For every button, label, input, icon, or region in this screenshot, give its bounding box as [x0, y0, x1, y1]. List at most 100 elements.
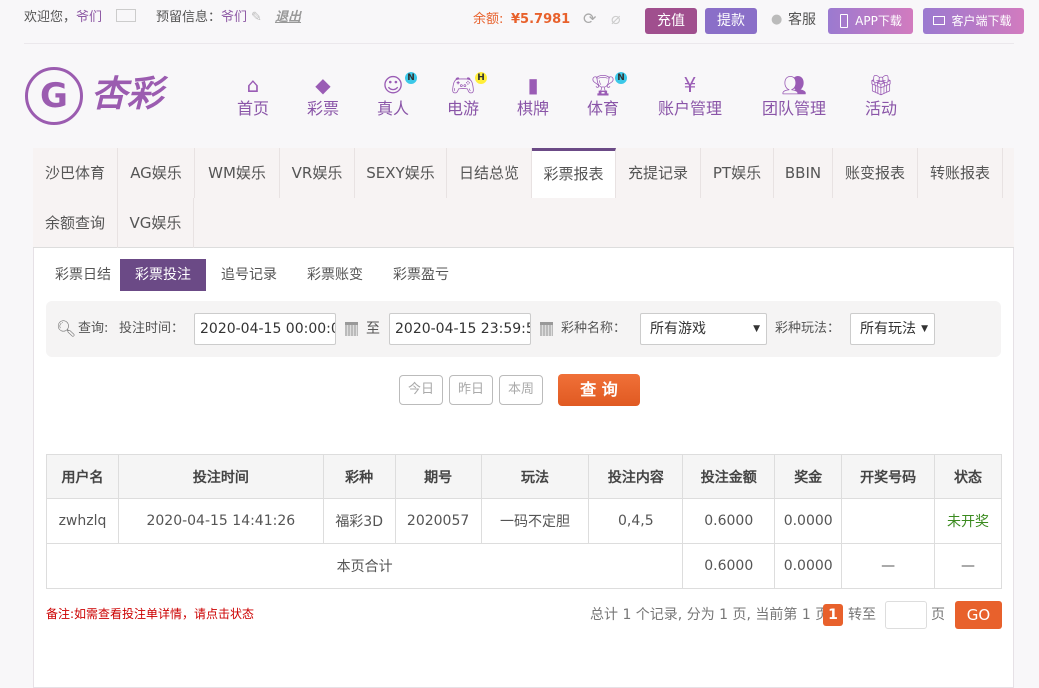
- app-download-button[interactable]: APP下载: [828, 8, 913, 34]
- table-cell: 2020057: [394, 498, 482, 544]
- report-tabs: 沙巴体育 AG娱乐 WM娱乐 VR娱乐 SEXY娱乐 日结总览 彩票报表 充提记录 PT娱乐 BB…: [33, 148, 1014, 248]
- table-cell: 一码不定胆: [480, 498, 590, 544]
- status-link[interactable]: 未开奖: [934, 498, 1002, 544]
- table-cell: 福彩3D: [322, 498, 396, 544]
- start-time-input[interactable]: 2020-04-15 00:00:00: [194, 313, 336, 345]
- subtab[interactable]: 彩票日结: [46, 259, 120, 291]
- logout-link[interactable]: 退出: [275, 9, 301, 27]
- reserved-value: 爷们: [221, 10, 248, 25]
- recharge-button[interactable]: 充值: [645, 8, 697, 34]
- this-week-button[interactable]: 本周: [499, 375, 543, 405]
- total-numbers: —: [841, 543, 936, 589]
- tab[interactable]: 账变报表: [833, 148, 918, 198]
- tab[interactable]: 余额查询: [33, 198, 118, 248]
- tab[interactable]: VG娱乐: [118, 198, 194, 248]
- tab[interactable]: 沙巴体育: [33, 148, 118, 198]
- tab[interactable]: PT娱乐: [701, 148, 774, 198]
- nav-label: 账户管理: [657, 99, 722, 118]
- pager-summary: 总计 1 个记录, 分为 1 页, 当前第 1 页: [590, 607, 830, 623]
- column-header: 投注内容: [588, 454, 684, 499]
- welcome-label: 欢迎您，: [24, 10, 77, 25]
- to-label: 至: [366, 321, 380, 337]
- tab[interactable]: 彩票报表: [532, 148, 616, 198]
- team-icon: 👥︎: [781, 73, 807, 97]
- calendar-icon[interactable]: [540, 322, 553, 336]
- chevron-down-icon: ▼: [753, 324, 760, 334]
- tab[interactable]: WM娱乐: [195, 148, 280, 198]
- table-cell: 0.0000: [774, 498, 843, 544]
- search-button[interactable]: 查 询: [558, 374, 640, 406]
- service-icon: ●: [771, 12, 783, 27]
- column-header: 期号: [394, 454, 482, 499]
- column-header: 奖金: [774, 454, 843, 499]
- bets-table: 用户名 投注时间 彩种 期号 玩法 投注内容 投注金额 奖金 开奖号码 状态 zwhzlq 2020…: [45, 454, 1002, 589]
- search-icon: 🔍︎: [56, 319, 77, 338]
- game-select-value: 所有游戏: [650, 321, 706, 337]
- balance-label: 余额:: [473, 12, 504, 27]
- page-input[interactable]: [885, 601, 927, 629]
- table-cell: [841, 498, 936, 544]
- column-header: 投注时间: [117, 454, 324, 499]
- time-label: 投注时间：: [119, 321, 185, 336]
- go-button[interactable]: GO: [955, 601, 1002, 629]
- logo-text: 杏彩: [91, 74, 164, 115]
- monitor-icon: [933, 16, 945, 25]
- subtab[interactable]: 彩票盈亏: [378, 259, 464, 291]
- refresh-icon[interactable]: ⟳: [583, 10, 596, 28]
- subtab[interactable]: 彩票账变: [292, 259, 378, 291]
- client-download-button[interactable]: 客户端下载: [923, 8, 1024, 34]
- column-header: 玩法: [480, 454, 590, 499]
- service-link[interactable]: 客服: [788, 11, 816, 29]
- withdraw-button[interactable]: 提款: [705, 8, 757, 34]
- mail-icon[interactable]: [116, 9, 136, 22]
- yesterday-button[interactable]: 昨日: [449, 375, 493, 405]
- total-label: 本页合计: [45, 543, 684, 589]
- page-current[interactable]: 1: [823, 604, 843, 626]
- balance-value: ¥5.7981: [511, 12, 571, 27]
- edit-icon[interactable]: ✎: [251, 9, 262, 27]
- tab[interactable]: BBIN: [774, 148, 833, 198]
- nav-item[interactable]: 🏆︎ N 体育: [558, 72, 648, 120]
- total-status: —: [934, 543, 1002, 589]
- tab[interactable]: 充提记录: [616, 148, 701, 198]
- query-label: 查询:: [78, 321, 109, 336]
- calendar-icon[interactable]: [345, 322, 358, 336]
- nav-badge: H: [475, 72, 487, 84]
- subtab[interactable]: 追号记录: [206, 259, 292, 291]
- client-download-label: 客户端下载: [951, 14, 1012, 28]
- nav-badge: N: [405, 72, 417, 84]
- nav-badge: N: [615, 72, 627, 84]
- game-select[interactable]: 所有游戏 ▼: [640, 313, 767, 345]
- tab[interactable]: 日结总览: [447, 148, 532, 198]
- table-cell: 0.6000: [682, 498, 776, 544]
- column-header: 投注金额: [682, 454, 776, 499]
- yuan-coin-icon: ¥: [683, 73, 697, 97]
- today-button[interactable]: 今日: [399, 375, 443, 405]
- play-select-value: 所有玩法: [860, 321, 916, 337]
- tab[interactable]: AG娱乐: [118, 148, 195, 198]
- play-select[interactable]: 所有玩法 ▼: [850, 313, 935, 345]
- table-cell: zwhzlq: [46, 498, 119, 544]
- subtab[interactable]: 彩票投注: [120, 259, 206, 291]
- nav-item[interactable]: 🎁︎ 活动: [836, 72, 926, 120]
- hide-balance-icon[interactable]: ⌀: [611, 10, 621, 28]
- column-header: 用户名: [46, 454, 119, 499]
- nav-item[interactable]: ¥ 账户管理: [645, 72, 735, 120]
- total-bonus: 0.0000: [774, 543, 843, 589]
- tab[interactable]: 转账报表: [918, 148, 1003, 198]
- tab[interactable]: VR娱乐: [280, 148, 355, 198]
- nav-item[interactable]: 👥︎ 团队管理: [749, 72, 839, 120]
- tab[interactable]: SEXY娱乐: [355, 148, 447, 198]
- end-time-input[interactable]: 2020-04-15 23:59:59: [389, 313, 531, 345]
- table-row: zwhzlq 2020-04-15 14:41:26 福彩3D 2020057 一码不定…: [46, 498, 1002, 544]
- nav-label: 团队管理: [761, 99, 826, 118]
- top-bar: 欢迎您， 爷们 预留信息： 爷们 ✎ 退出 余额: ¥5.7981 ⟳ ⌀ 充值…: [0, 0, 1039, 43]
- table-cell: 0,4,5: [588, 498, 684, 544]
- logo[interactable]: G 杏彩: [25, 67, 175, 127]
- table-cell: 2020-04-15 14:41:26: [117, 498, 324, 544]
- nav-label: 活动: [864, 99, 897, 118]
- column-header: 状态: [934, 454, 1002, 499]
- username-link[interactable]: 爷们: [76, 9, 102, 27]
- chevron-down-icon: ▼: [921, 324, 928, 334]
- play-label: 彩种玩法：: [775, 321, 841, 336]
